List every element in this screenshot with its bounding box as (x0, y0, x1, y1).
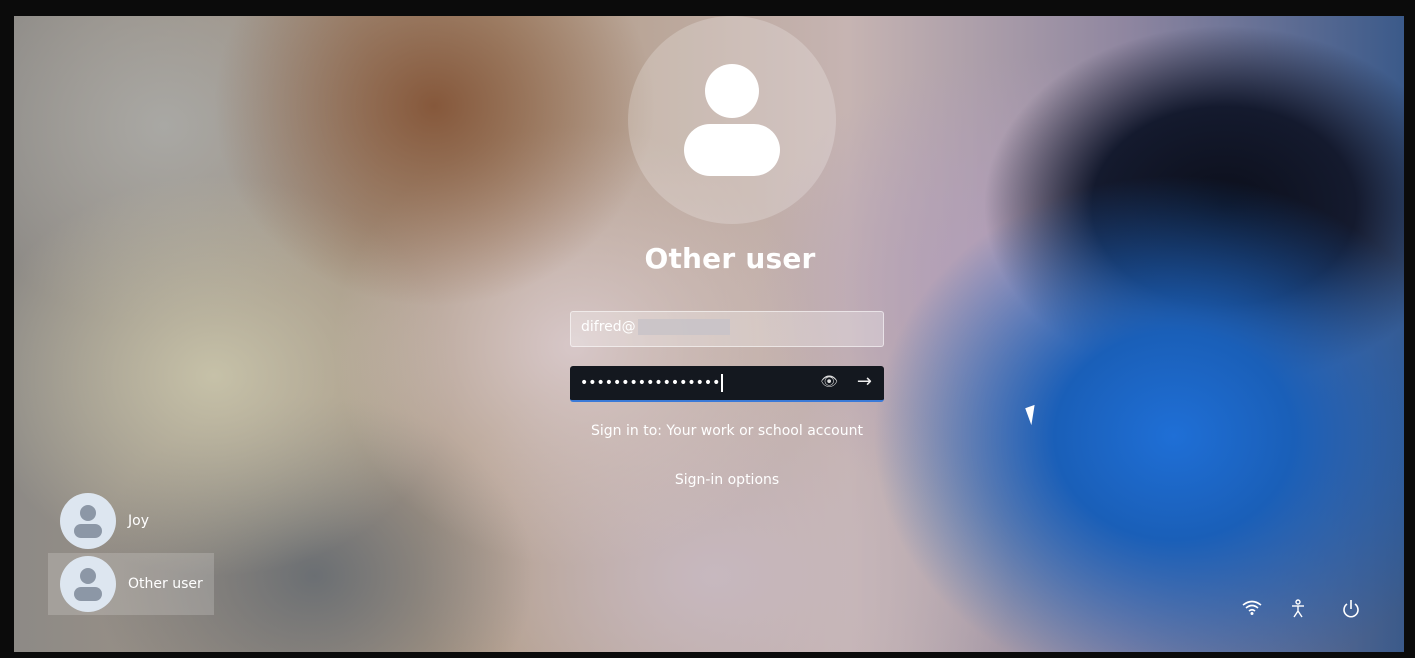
submit-arrow-icon[interactable]: → (857, 371, 872, 392)
signin-options-link[interactable]: Sign-in options (570, 472, 884, 488)
email-field[interactable]: difred@ (570, 311, 884, 347)
person-icon-head (705, 64, 759, 118)
power-icon[interactable] (1342, 599, 1360, 619)
user-item-other[interactable]: Other user (48, 553, 214, 615)
user-title: Other user (644, 242, 816, 275)
email-value: difred@ (581, 319, 636, 335)
signin-to-text: Sign in to: Your work or school account (591, 423, 863, 439)
user-item-joy[interactable]: Joy (48, 490, 214, 552)
user-avatar (60, 556, 116, 612)
user-avatar-large (628, 16, 836, 224)
redacted-block (637, 319, 730, 335)
user-avatar (60, 493, 116, 549)
person-icon-body (684, 124, 780, 176)
user-name: Other user (128, 576, 203, 592)
mouse-pointer-icon (1025, 404, 1041, 426)
wifi-icon[interactable] (1242, 600, 1262, 616)
password-mask: ••••••••••••••••• (580, 375, 721, 391)
password-field[interactable]: ••••••••••••••••• 👁 → (570, 366, 884, 402)
user-name: Joy (128, 513, 149, 529)
lock-screen: Other user difred@ ••••••••••••••••• 👁 →… (14, 16, 1404, 652)
accessibility-icon[interactable] (1290, 599, 1306, 619)
reveal-password-icon[interactable]: 👁 (820, 374, 838, 390)
text-caret (721, 374, 724, 392)
